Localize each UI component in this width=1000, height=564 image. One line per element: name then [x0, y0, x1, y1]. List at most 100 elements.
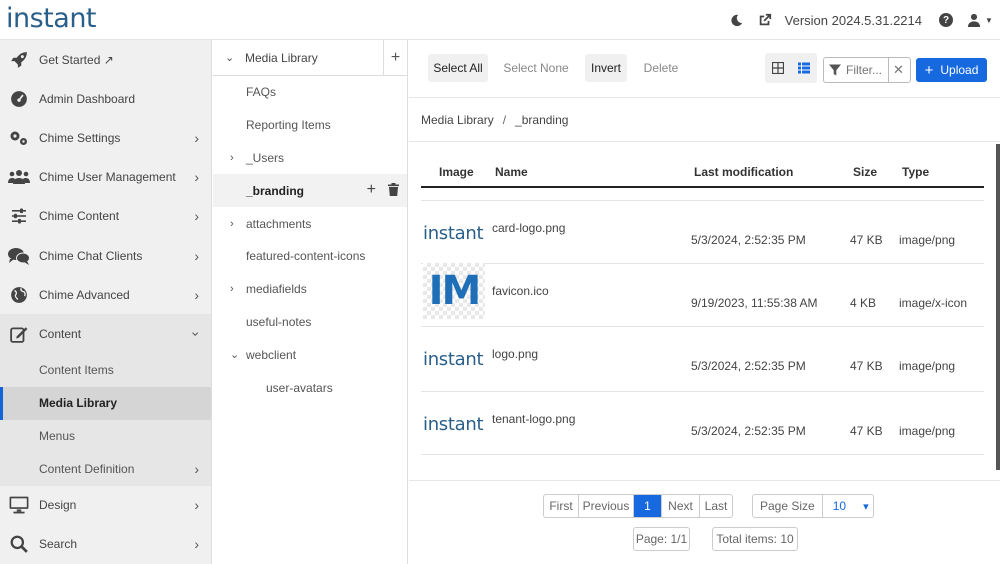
column-image[interactable]: Image — [439, 165, 474, 179]
table-header: Image Name Last modification Size Type — [421, 160, 984, 188]
tree-folder-label: useful-notes — [246, 314, 312, 329]
select-none-button[interactable]: Select None — [497, 54, 575, 82]
invert-button[interactable]: Invert — [585, 54, 627, 82]
sidebar-subitem-media-library[interactable]: Media Library — [0, 386, 211, 420]
tree-folder-mediafields[interactable]: › mediafields — [213, 273, 407, 306]
chevron-right-icon: › — [194, 536, 199, 553]
toolbar: Select All Select None Invert Delete ✕ +… — [409, 40, 1000, 98]
sidebar-item-chime-chat-clients[interactable]: Chime Chat Clients › — [0, 236, 211, 275]
file-modified: 9/19/2023, 11:55:38 AM — [691, 296, 818, 310]
chevron-right-icon: › — [194, 208, 199, 225]
column-name[interactable]: Name — [495, 165, 528, 179]
column-size[interactable]: Size — [853, 165, 877, 179]
next-page-button[interactable]: Next — [662, 495, 700, 517]
thumbnail: instant — [423, 333, 485, 385]
sidebar-item-chime-advanced[interactable]: Chime Advanced › — [0, 275, 211, 314]
tree-folder-featured-content-icons[interactable]: featured-content-icons — [213, 240, 407, 273]
sidebar-item-label: Content Items — [39, 363, 114, 377]
tree-folder-attachments[interactable]: › attachments — [213, 207, 407, 240]
app-logo[interactable]: instant — [6, 3, 97, 34]
gears-icon — [8, 127, 30, 149]
clear-filter-button[interactable]: ✕ — [888, 58, 908, 82]
tree-root-label: Media Library — [245, 50, 318, 65]
external-link-icon[interactable] — [751, 0, 779, 40]
file-name: favicon.ico — [492, 284, 549, 298]
sidebar-subitem-content-definition[interactable]: Content Definition › — [0, 452, 211, 486]
last-page-button[interactable]: Last — [700, 495, 732, 517]
scrollbar[interactable] — [996, 144, 1000, 470]
filter-box: ✕ — [823, 57, 911, 83]
breadcrumb-root[interactable]: Media Library — [421, 113, 494, 127]
table-row[interactable]: instant logo.png 5/3/2024, 2:52:35 PM 47… — [421, 326, 984, 391]
file-modified: 5/3/2024, 2:52:35 PM — [691, 233, 806, 247]
moon-icon[interactable] — [723, 0, 751, 40]
table-row[interactable]: instant card-logo.png 5/3/2024, 2:52:35 … — [421, 200, 984, 263]
first-page-button[interactable]: First — [544, 495, 579, 517]
sidebar-item-search[interactable]: Search › — [0, 525, 211, 564]
chevron-right-icon[interactable]: › — [213, 283, 234, 295]
tree-folder-label: Reporting Items — [246, 118, 331, 133]
file-type: image/png — [899, 233, 956, 247]
tree-folder-user-avatars[interactable]: user-avatars — [213, 371, 407, 404]
tree-folder-webclient[interactable]: ⌄ webclient — [213, 338, 407, 371]
table-row[interactable]: instant tenant-logo.png 5/3/2024, 2:52:3… — [421, 391, 984, 455]
sidebar-item-label: Search — [39, 537, 78, 552]
delete-folder-button[interactable] — [388, 182, 399, 199]
chevron-right-icon[interactable]: › — [213, 218, 234, 230]
tree-folder-label: user-avatars — [266, 380, 333, 395]
sidebar-item-label: Menus — [39, 429, 76, 443]
sidebar-item-label: Admin Dashboard — [39, 91, 136, 106]
filter-input[interactable] — [846, 63, 888, 77]
chevron-right-icon: › — [194, 286, 199, 303]
chevron-down-icon: ▾ — [863, 500, 869, 513]
rocket-icon — [8, 49, 30, 71]
sidebar-item-get-started[interactable]: Get Started ↗ — [0, 40, 211, 79]
delete-button[interactable]: Delete — [638, 54, 684, 82]
tree-folder-faqs[interactable]: FAQs — [213, 76, 407, 109]
list-view-button[interactable] — [791, 53, 817, 83]
grid-view-button[interactable] — [765, 53, 791, 83]
tree-folder-label: _Users — [246, 150, 285, 165]
page-size-select[interactable]: 10 ▾ — [823, 495, 873, 517]
thumbnail-logo: IM — [428, 268, 482, 314]
add-folder-button[interactable]: + — [383, 40, 407, 76]
file-size: 47 KB — [850, 424, 883, 438]
user-menu[interactable]: ▼ — [960, 0, 1000, 40]
sidebar-item-chime-content[interactable]: Chime Content › — [0, 197, 211, 236]
chevron-right-icon[interactable]: › — [213, 152, 234, 164]
top-header: instant Version 2024.5.31.2214 ? ▼ — [0, 0, 1000, 40]
sidebar-subitem-menus[interactable]: Menus — [0, 419, 211, 453]
page-1-button[interactable]: 1 — [634, 495, 662, 517]
add-subfolder-button[interactable]: + — [367, 181, 376, 199]
sidebar-subitem-content-items[interactable]: Content Items — [0, 353, 211, 387]
chevron-right-icon: › — [194, 129, 199, 146]
edit-icon — [8, 323, 30, 345]
tree-folder-useful-notes[interactable]: useful-notes — [213, 306, 407, 339]
chevron-down-icon[interactable]: ⌄ — [213, 348, 239, 361]
previous-page-button[interactable]: Previous — [579, 495, 634, 517]
chevron-right-icon: › — [194, 461, 199, 477]
tree-root[interactable]: ⌄ Media Library + — [213, 40, 407, 76]
tree-folder-reporting-items[interactable]: Reporting Items — [213, 109, 407, 142]
column-modified[interactable]: Last modification — [694, 165, 793, 179]
tree-folder-label: mediafields — [246, 282, 307, 297]
file-size: 47 KB — [850, 359, 883, 373]
help-icon[interactable]: ? — [932, 0, 960, 40]
select-all-button[interactable]: Select All — [428, 54, 488, 82]
tree-folder-users[interactable]: › _Users — [213, 142, 407, 175]
sidebar-item-chime-user-management[interactable]: Chime User Management › — [0, 158, 211, 197]
column-type[interactable]: Type — [902, 165, 929, 179]
chevron-down-icon[interactable]: ⌄ — [213, 51, 235, 64]
upload-button[interactable]: + Upload — [916, 58, 987, 82]
sidebar-item-content[interactable]: Content › — [0, 314, 211, 354]
file-name: card-logo.png — [492, 221, 566, 235]
sidebar-item-chime-settings[interactable]: Chime Settings › — [0, 118, 211, 157]
table-row[interactable]: IM favicon.ico 9/19/2023, 11:55:38 AM 4 … — [421, 263, 984, 326]
chat-icon — [8, 245, 30, 267]
tree-folder-branding[interactable]: _branding + — [213, 174, 407, 208]
sidebar-item-label: Media Library — [39, 396, 118, 410]
sliders-icon — [8, 205, 30, 227]
sidebar-item-design[interactable]: Design › — [0, 486, 211, 525]
sidebar-item-admin-dashboard[interactable]: Admin Dashboard — [0, 79, 211, 118]
monitor-icon — [8, 494, 30, 516]
